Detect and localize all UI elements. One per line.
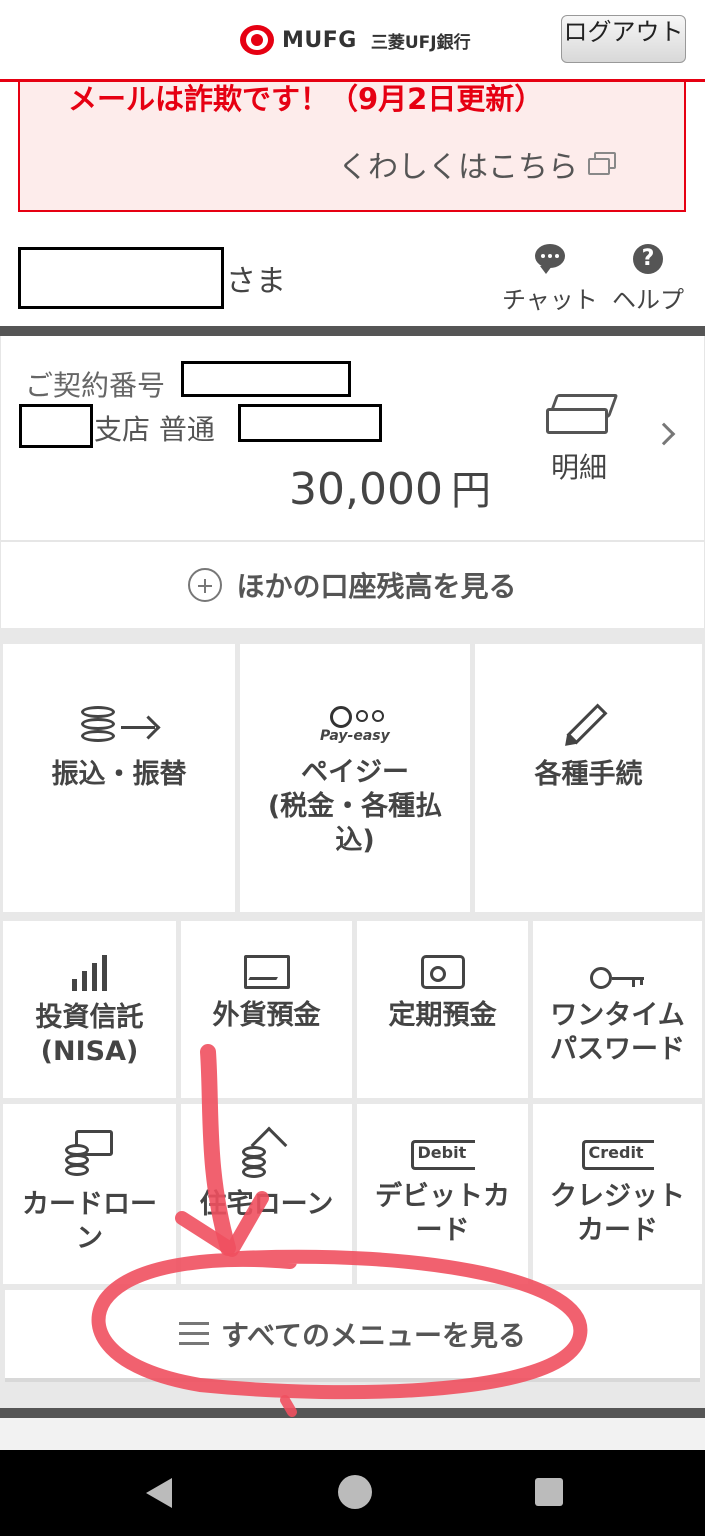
chat-button[interactable]: チャット <box>502 244 598 315</box>
footer-spacer <box>0 1418 705 1450</box>
other-accounts-label: ほかの口座残高を見る <box>236 570 517 603</box>
menu-card-loan[interactable]: カードロー ン <box>3 1104 176 1284</box>
all-menu-button[interactable]: すべてのメニューを見る <box>5 1290 700 1382</box>
bottom-divider <box>0 1408 705 1418</box>
card-coins-icon <box>64 1130 115 1180</box>
menu-credit-label-2: カード <box>577 1215 658 1246</box>
hamburger-icon <box>179 1322 210 1346</box>
menu-payeasy-label-3: 込) <box>335 825 375 856</box>
fraud-alert-banner: メールは詐欺です！（9月2日更新） くわしくはこちら <box>18 82 686 212</box>
statement-label: 明細 <box>550 451 607 484</box>
menu-home-loan-label: 住宅ローン <box>199 1189 334 1220</box>
account-number-redacted <box>238 404 382 442</box>
menu-transfer-label: 振込・振替 <box>51 759 187 790</box>
plus-circle-icon <box>188 568 223 602</box>
alert-title: メールは詐欺です！（9月2日更新） <box>68 82 544 116</box>
menu-credit-card[interactable]: Credit クレジット カード <box>533 1104 702 1284</box>
bar-chart-up-icon <box>70 949 110 993</box>
name-honorific: さま <box>226 264 286 299</box>
all-menu-label: すべてのメニューを見る <box>221 1319 526 1352</box>
menu-card-loan-label-1: カードロー <box>22 1189 157 1220</box>
account-summary-card[interactable]: ご契約番号 支店 普通 30,000 円 明細 <box>0 336 705 540</box>
menu-debit-label-1: デビットカ <box>375 1181 510 1212</box>
chat-label: チャット <box>502 286 598 314</box>
external-window-icon <box>588 152 618 176</box>
chart-monitor-icon <box>243 955 290 991</box>
menu-transfer[interactable]: 振込・振替 <box>3 644 235 912</box>
house-coins-icon <box>241 1126 292 1180</box>
balance-currency: 円 <box>450 468 491 514</box>
pencil-icon <box>564 703 614 750</box>
credit-badge: Credit <box>581 1140 654 1170</box>
menu-one-time-password[interactable]: ワンタイム パスワード <box>533 921 702 1098</box>
menu-home-loan[interactable]: 住宅ローン <box>181 1104 352 1284</box>
account-balance: 30,000 円 <box>289 458 491 516</box>
balance-amount: 30,000 <box>289 464 443 515</box>
chat-icon <box>533 244 567 274</box>
menu-payeasy-label-1: ペイジー <box>301 757 409 788</box>
menu-investment-label-1: 投資信託 <box>35 1002 144 1033</box>
branch-type-label: 支店 普通 <box>94 413 215 446</box>
help-label: ヘルプ <box>612 286 684 314</box>
debit-card-icon: Debit <box>410 1140 475 1172</box>
app-header: MUFG 三菱UFJ銀行 ログアウト <box>0 0 705 82</box>
logo-text: MUFG <box>282 27 357 53</box>
menu-otp-label-1: ワンタイム <box>550 1000 685 1031</box>
coins-arrow-icon <box>79 706 159 750</box>
menu-investment[interactable]: 投資信託 (NISA) <box>3 921 176 1098</box>
help-button[interactable]: ? ヘルプ <box>612 244 684 315</box>
menu-card-loan-label-2: ン <box>76 1223 103 1254</box>
back-icon[interactable] <box>146 1478 172 1508</box>
contract-number-label: ご契約番号 <box>25 369 166 402</box>
menu-debit-card[interactable]: Debit デビットカ ード <box>357 1104 528 1284</box>
bank-name: 三菱UFJ銀行 <box>370 32 471 53</box>
alert-link-label: くわしくはこちら <box>338 150 578 185</box>
help-icon: ? <box>631 244 665 274</box>
menu-fx-deposit-label: 外貨預金 <box>212 1000 321 1031</box>
menu-payeasy[interactable]: Pay-easy ペイジー (税金・各種払 込) <box>240 644 470 912</box>
menu-fx-deposit[interactable]: 外貨預金 <box>181 921 352 1098</box>
home-icon[interactable] <box>338 1475 372 1509</box>
menu-payeasy-label-2: (税金・各種払 <box>267 791 443 822</box>
other-accounts-button[interactable]: ほかの口座残高を見る <box>0 540 705 628</box>
payeasy-logo: Pay-easy <box>318 704 392 748</box>
menu-procedures[interactable]: 各種手続 <box>475 644 702 912</box>
menu-investment-label-2: (NISA) <box>40 1036 139 1067</box>
key-icon <box>589 967 646 991</box>
menu-otp-label-2: パスワード <box>550 1034 685 1065</box>
statement-button[interactable]: 明細 <box>541 394 619 486</box>
statement-card-icon <box>544 394 619 436</box>
alert-details-link[interactable]: くわしくはこちら <box>338 142 618 186</box>
menu-time-deposit[interactable]: 定期預金 <box>357 921 528 1098</box>
branch-name-redacted <box>19 404 93 448</box>
section-divider <box>0 326 705 336</box>
mufg-logo-icon <box>240 25 274 55</box>
android-nav-bar <box>0 1450 705 1536</box>
safe-icon <box>420 955 465 991</box>
menu-procedures-label: 各種手続 <box>534 759 643 790</box>
recent-apps-icon[interactable] <box>535 1478 563 1506</box>
mufg-logo: MUFG 三菱UFJ銀行 <box>240 25 471 55</box>
payeasy-logo-text: Pay-easy <box>320 728 390 744</box>
menu-time-deposit-label: 定期預金 <box>388 1000 497 1031</box>
menu-credit-label-1: クレジット <box>550 1181 685 1212</box>
debit-badge: Debit <box>410 1140 475 1170</box>
customer-name-redacted <box>18 247 224 309</box>
contract-number-redacted <box>181 361 351 397</box>
menu-debit-label-2: ード <box>415 1215 470 1246</box>
chevron-right-icon <box>652 422 676 446</box>
logout-button[interactable]: ログアウト <box>561 15 686 63</box>
credit-card-icon: Credit <box>581 1140 654 1172</box>
